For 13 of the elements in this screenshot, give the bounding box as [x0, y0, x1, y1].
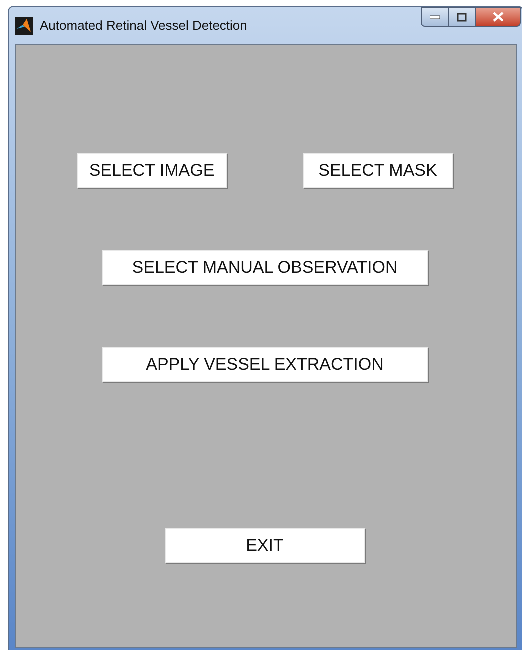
action-button[interactable]: SELECT IMAGE [77, 153, 227, 188]
action-button[interactable]: APPLY VESSEL EXTRACTION [102, 347, 428, 382]
minimize-button[interactable] [421, 7, 449, 27]
maximize-button[interactable] [449, 7, 475, 27]
window-title: Automated Retinal Vessel Detection [40, 16, 248, 35]
close-icon [492, 12, 504, 22]
action-button[interactable]: SELECT MANUAL OBSERVATION [102, 250, 428, 285]
action-button[interactable]: SELECT MASK [303, 153, 453, 188]
maximize-icon [457, 12, 467, 22]
minimize-icon [430, 15, 440, 19]
close-button[interactable] [475, 7, 521, 27]
app-logo-icon [15, 16, 33, 34]
action-button[interactable]: EXIT [165, 528, 365, 563]
